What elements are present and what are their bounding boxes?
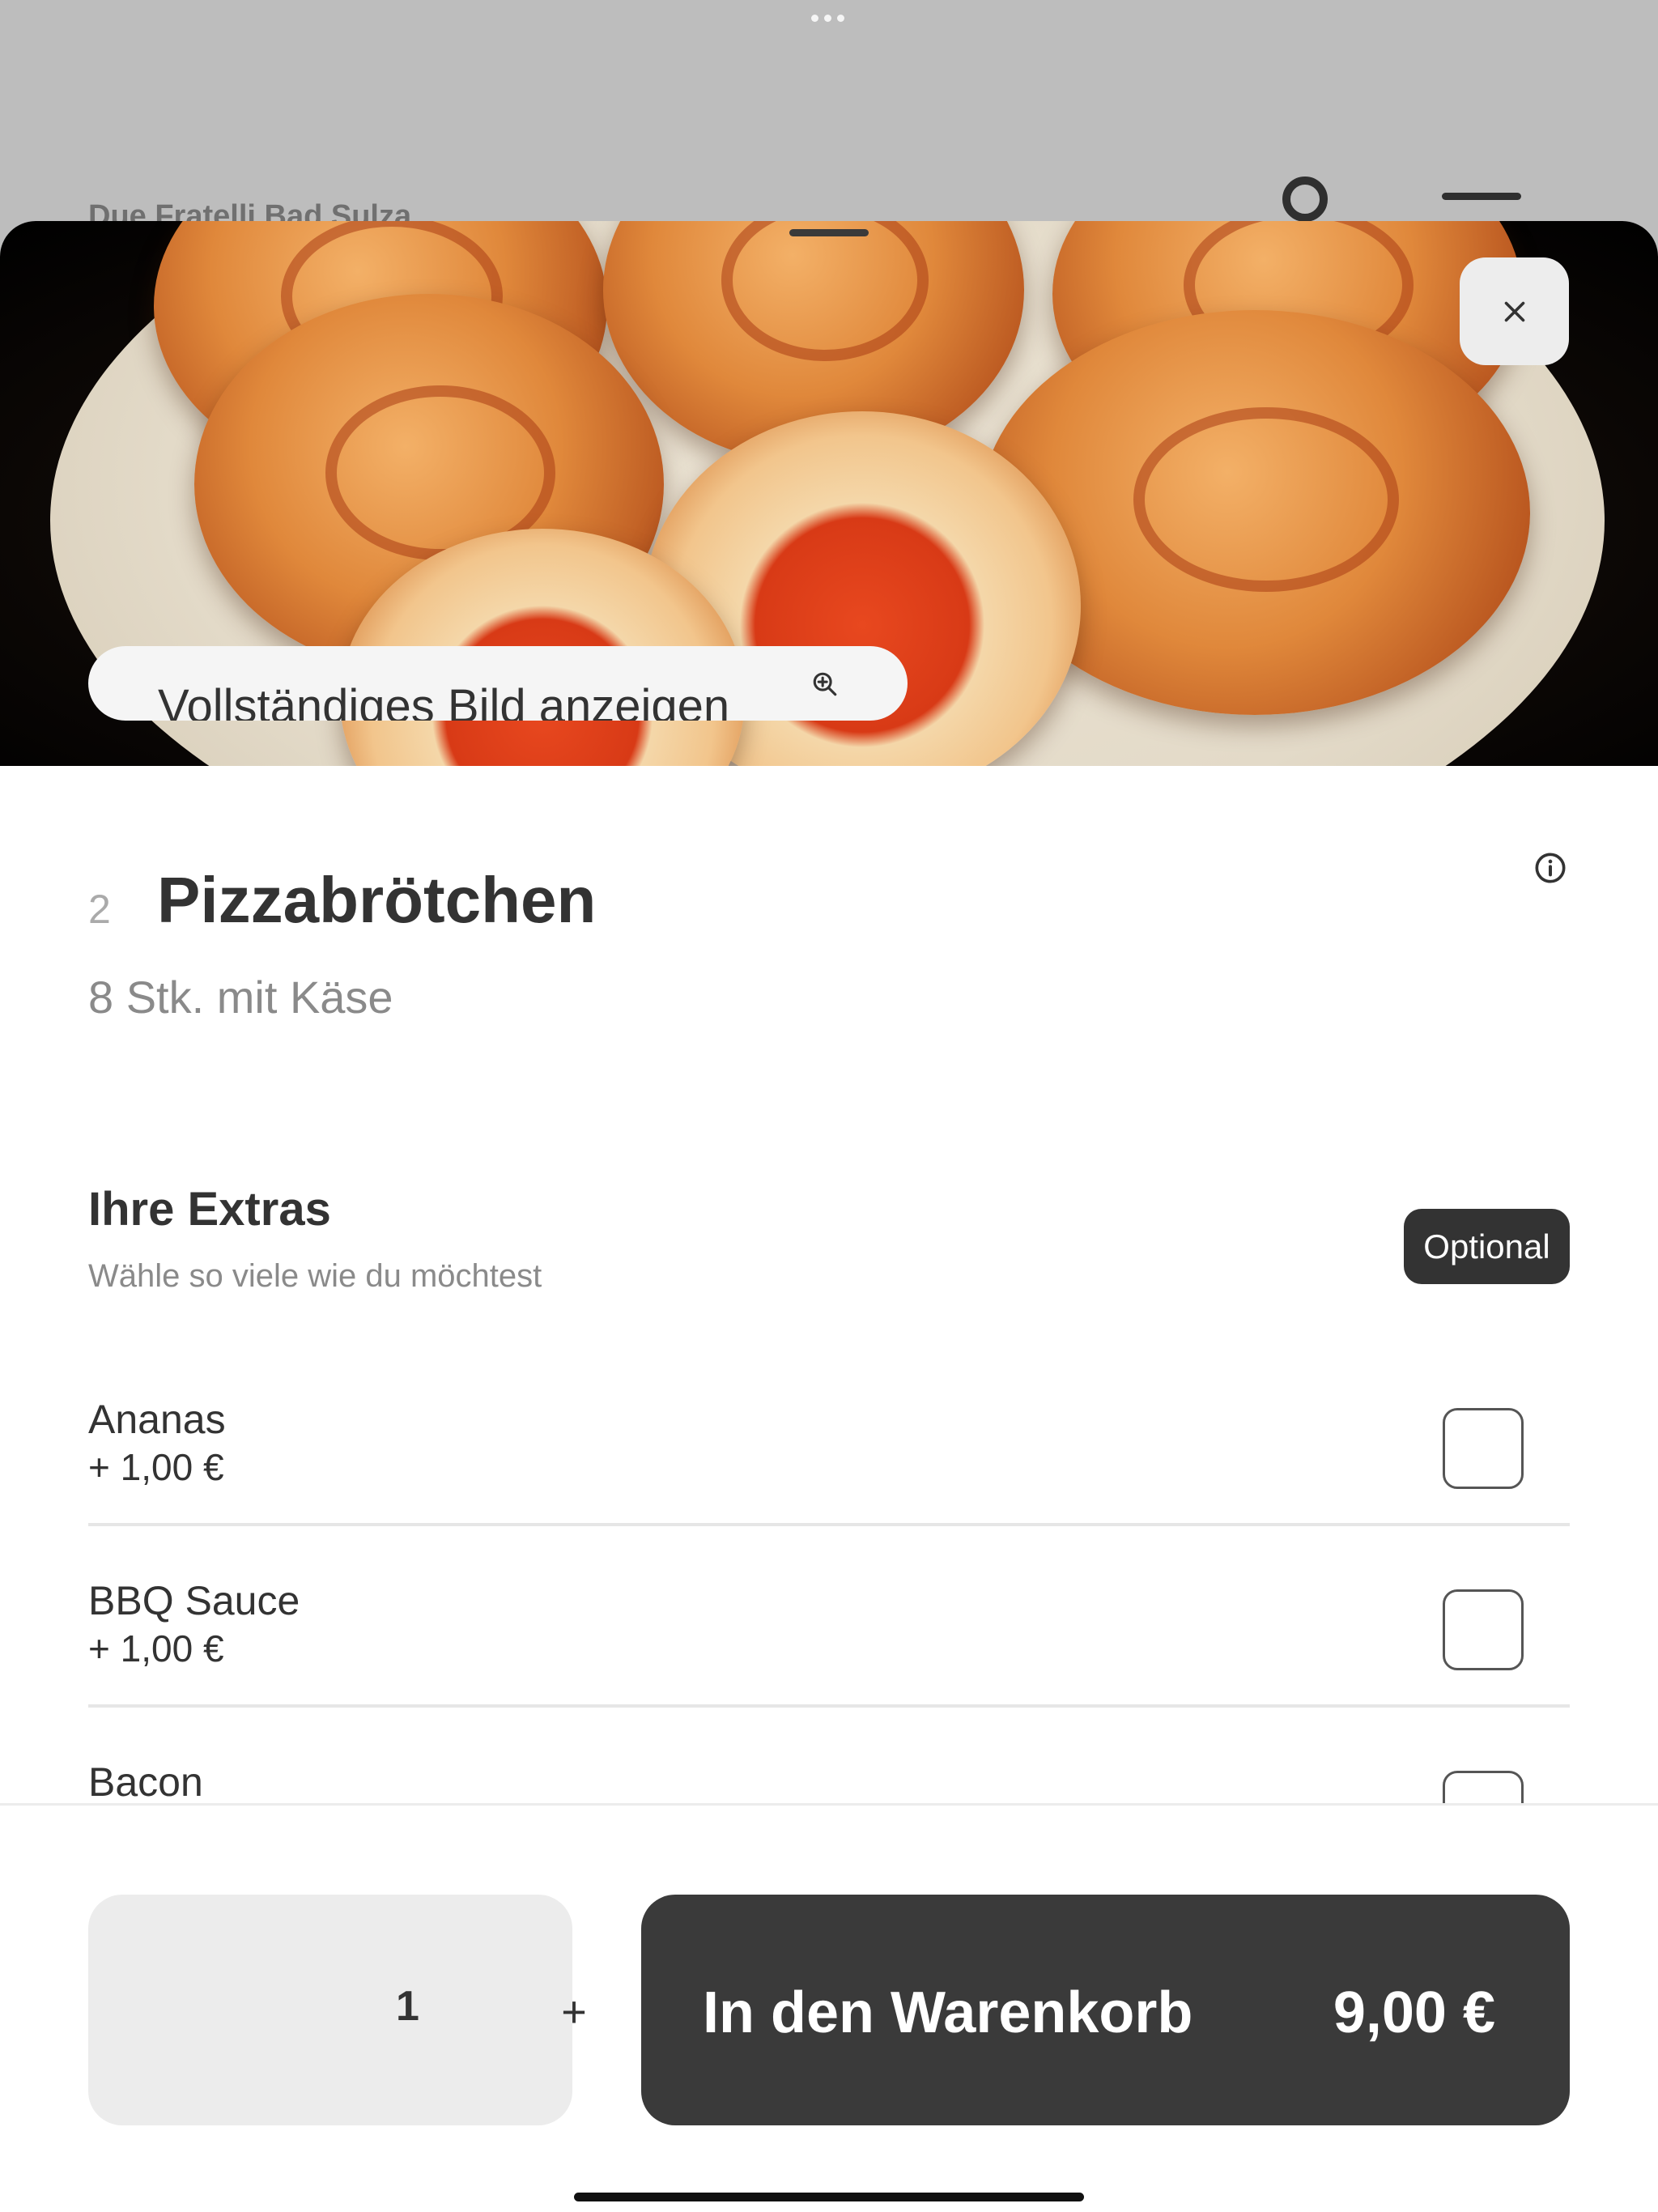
optional-badge: Optional — [1404, 1209, 1570, 1284]
extra-price: + 1,00 € — [88, 1627, 224, 1670]
product-number: 2 — [88, 887, 111, 932]
order-footer: 1 + In den Warenkorb 9,00 € — [0, 1803, 1658, 2212]
extra-name: BBQ Sauce — [88, 1578, 300, 1623]
view-full-image-button[interactable]: Vollständiges Bild anzeigen — [88, 646, 908, 721]
extra-price: + 1,00 € — [88, 1446, 224, 1488]
add-to-cart-button[interactable]: In den Warenkorb 9,00 € — [641, 1895, 1570, 2125]
close-icon — [1504, 301, 1524, 321]
cart-total-price: 9,00 € — [1333, 1980, 1495, 2045]
product-image: Vollständiges Bild anzeigen — [0, 221, 1658, 766]
home-indicator — [574, 2193, 1084, 2201]
product-name: Pizzabrötchen — [157, 864, 597, 936]
account-icon[interactable] — [1282, 177, 1328, 222]
increase-quantity-button[interactable]: + — [538, 1976, 610, 2048]
quantity-stepper[interactable]: 1 + — [88, 1895, 587, 2125]
product-description: 8 Stk. mit Käse — [88, 972, 393, 1023]
zoom-in-icon — [813, 672, 837, 696]
extras-subtitle: Wähle so viele wie du möchtest — [88, 1258, 542, 1294]
view-full-image-label: Vollständiges Bild anzeigen — [158, 680, 730, 721]
extras-title: Ihre Extras — [88, 1183, 331, 1236]
close-button[interactable] — [1460, 257, 1569, 365]
info-icon[interactable] — [1534, 852, 1567, 884]
extra-name: Bacon — [88, 1759, 203, 1805]
extra-option-bbq-sauce[interactable]: BBQ Sauce + 1,00 € — [88, 1526, 1570, 1708]
extra-checkbox-ananas[interactable] — [1443, 1408, 1524, 1489]
extra-name: Ananas — [88, 1397, 226, 1442]
add-to-cart-label: In den Warenkorb — [703, 1980, 1193, 2045]
quantity-value: 1 — [396, 1983, 419, 2030]
menu-icon[interactable] — [1442, 193, 1521, 200]
extra-option-ananas[interactable]: Ananas + 1,00 € — [88, 1345, 1570, 1526]
top-handle-dots — [811, 15, 844, 22]
extra-checkbox-bbq-sauce[interactable] — [1443, 1589, 1524, 1670]
sheet-drag-handle[interactable] — [789, 229, 869, 236]
